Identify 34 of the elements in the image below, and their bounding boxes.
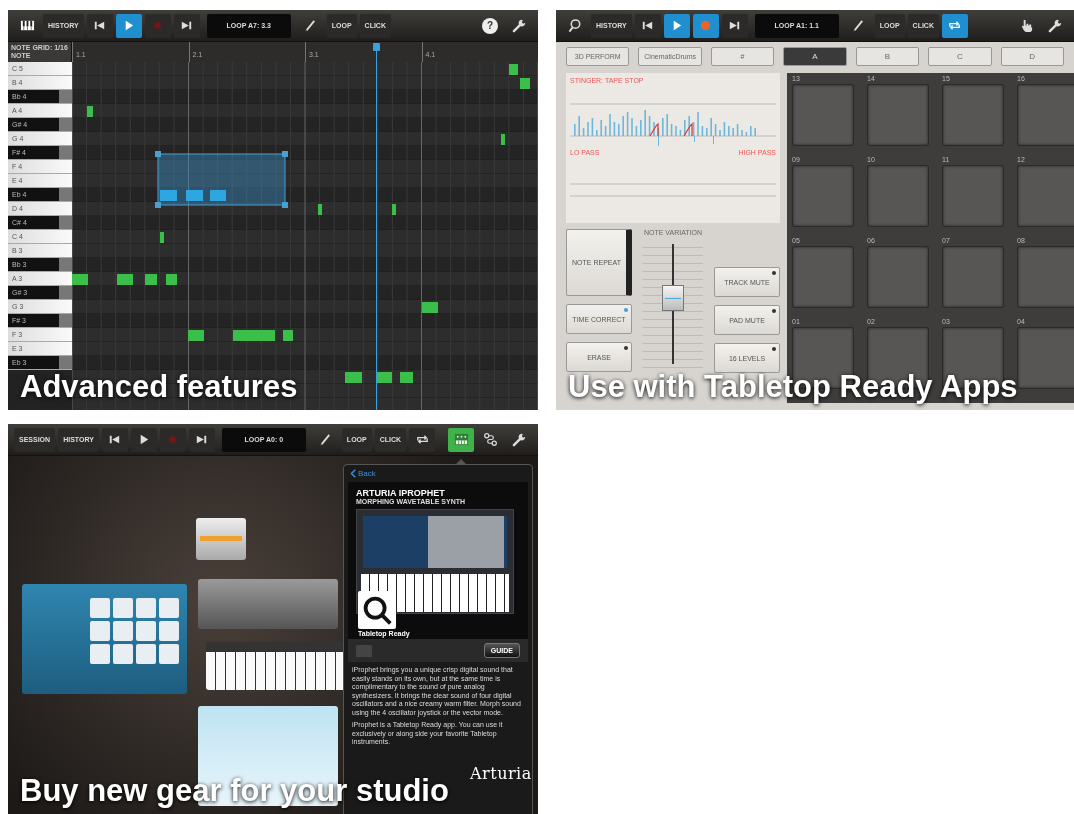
brand-logo: Arturia bbox=[470, 764, 532, 783]
bank-button[interactable]: A bbox=[783, 47, 847, 66]
routing-icon bbox=[482, 432, 498, 447]
skipforward-button[interactable] bbox=[173, 13, 200, 38]
record-button[interactable] bbox=[692, 13, 719, 38]
play-button[interactable] bbox=[130, 427, 157, 452]
skipback-button[interactable] bbox=[86, 13, 113, 38]
wrench-icon bbox=[511, 18, 527, 33]
bank-button[interactable]: D bbox=[1000, 47, 1064, 66]
tabletop-ready-icon bbox=[358, 591, 396, 629]
synth-module-drawing bbox=[196, 518, 246, 560]
bank-button[interactable]: C bbox=[928, 47, 992, 66]
caption-text: Advanced features bbox=[20, 371, 298, 402]
skipback-button[interactable] bbox=[634, 13, 661, 38]
search-icon bbox=[567, 18, 583, 33]
chevron-left-icon bbox=[350, 469, 356, 478]
keyboard-button[interactable] bbox=[448, 427, 474, 452]
wrench-icon bbox=[511, 432, 527, 447]
slider-thumb[interactable] bbox=[662, 285, 684, 311]
cycle-button[interactable] bbox=[409, 427, 436, 452]
help-button[interactable]: ? bbox=[482, 17, 498, 34]
device-icon bbox=[356, 644, 372, 657]
cycle-button[interactable] bbox=[941, 13, 968, 38]
play-button[interactable] bbox=[115, 13, 142, 38]
play-button[interactable] bbox=[663, 13, 690, 38]
app-title: ARTURIA IPROPHET bbox=[356, 488, 446, 498]
wrench-icon bbox=[1047, 18, 1063, 33]
skipback-button[interactable] bbox=[101, 427, 128, 452]
piano-icon bbox=[19, 18, 35, 33]
keyboard-icon bbox=[453, 432, 469, 447]
bank-button[interactable]: B bbox=[855, 47, 920, 66]
back-link[interactable]: Back bbox=[344, 465, 382, 482]
skipforward-button[interactable] bbox=[721, 13, 748, 38]
skipforward-button[interactable] bbox=[188, 427, 215, 452]
